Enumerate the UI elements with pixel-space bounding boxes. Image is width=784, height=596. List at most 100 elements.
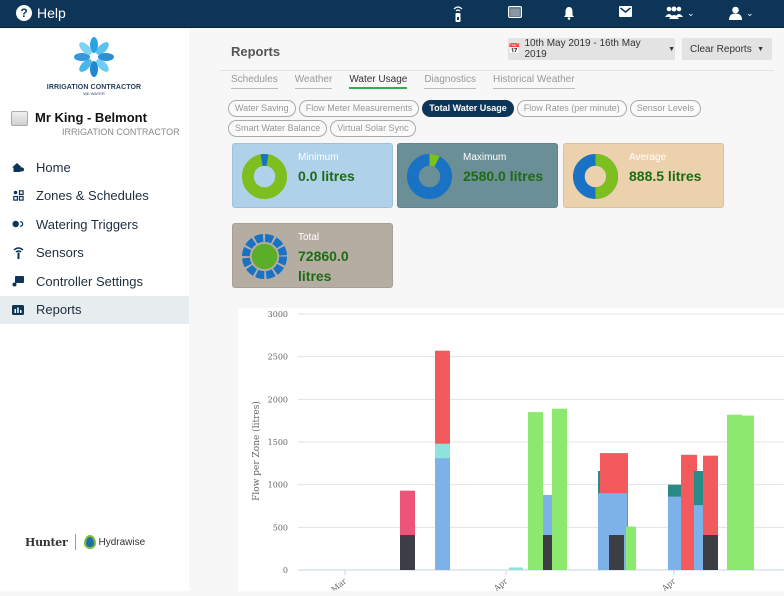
bar-dark[interactable] <box>703 535 718 570</box>
bar-dark[interactable] <box>609 535 624 570</box>
sidebar-item-label: Reports <box>36 302 82 318</box>
bar-green[interactable] <box>739 415 754 570</box>
bar-group <box>528 412 543 570</box>
bar-green[interactable] <box>626 526 636 570</box>
bar-group <box>400 490 415 570</box>
account-name: Mr King - Belmont <box>35 110 147 125</box>
card-label: Total <box>298 232 320 243</box>
help-label: Help <box>37 5 66 21</box>
card-value: 0.0 litres <box>298 168 355 184</box>
question-icon: ? <box>16 5 32 21</box>
donut-chart-icon <box>241 153 288 200</box>
divider <box>220 70 774 71</box>
partner-logos: Hunter Hydrawise <box>25 534 145 550</box>
tab-historical-weather[interactable]: Historical Weather <box>493 74 575 89</box>
controller-icon <box>12 275 24 287</box>
pill-virtual-solar-sync[interactable]: Virtual Solar Sync <box>330 120 416 137</box>
pill-water-saving[interactable]: Water Saving <box>228 100 296 117</box>
sidebar-item-home[interactable]: Home <box>0 153 189 182</box>
bar-cyan[interactable] <box>509 567 523 570</box>
bar-green[interactable] <box>552 408 567 570</box>
y-tick-label: 0 <box>283 566 288 575</box>
card-value-line1: 72860.0 <box>298 248 349 264</box>
bar-green[interactable] <box>528 412 543 570</box>
user-menu[interactable]: ⌄ <box>729 6 754 20</box>
clear-reports-label: Clear Reports <box>690 43 752 55</box>
report-tabs: Schedules Weather Water Usage Diagnostic… <box>231 74 592 89</box>
window-icon[interactable] <box>508 6 522 18</box>
triggers-icon <box>12 218 24 230</box>
sidebar-item-watering-triggers[interactable]: Watering Triggers <box>0 210 189 239</box>
x-tick-label: Apr <box>659 577 677 591</box>
bar-group <box>600 453 628 570</box>
sidebar-item-label: Watering Triggers <box>36 216 139 232</box>
sidebar-item-controller-settings[interactable]: Controller Settings <box>0 267 189 296</box>
donut-chart-icon <box>406 153 453 200</box>
hydrawise-logo: Hydrawise <box>84 535 145 549</box>
sidebar-item-zones-schedules[interactable]: Zones & Schedules <box>0 182 189 211</box>
sidebar-item-sensors[interactable]: Sensors <box>0 239 189 268</box>
sidebar-nav: Home Zones & Schedules Watering Triggers… <box>0 153 189 324</box>
tab-weather[interactable]: Weather <box>294 74 333 89</box>
sidebar: IRRIGATION CONTRACTOR WE WATER Mr King -… <box>0 29 189 591</box>
sensor-icon <box>12 247 24 259</box>
sidebar-item-reports[interactable]: Reports <box>0 295 189 324</box>
date-range-button[interactable]: 📅 10th May 2019 - 16th May 2019 ▼ <box>508 38 675 60</box>
tab-schedules[interactable]: Schedules <box>231 74 278 89</box>
bar-dark[interactable] <box>543 535 552 570</box>
page-title: Reports <box>231 44 281 59</box>
card-label: Minimum <box>298 152 339 163</box>
bar-group <box>435 350 450 570</box>
y-tick-label: 500 <box>273 523 288 532</box>
pill-sensor-levels[interactable]: Sensor Levels <box>629 100 701 117</box>
controller-device-icon <box>11 111 28 126</box>
card-value: 888.5 litres <box>629 168 702 184</box>
bar-dark[interactable] <box>400 535 415 570</box>
company-logo: IRRIGATION CONTRACTOR WE WATER <box>45 35 143 96</box>
help-link[interactable]: ? Help <box>16 5 66 21</box>
sidebar-item-label: Controller Settings <box>36 273 143 289</box>
tab-water-usage[interactable]: Water Usage <box>349 74 408 89</box>
clear-reports-button[interactable]: Clear Reports ▼ <box>682 38 772 60</box>
bell-icon[interactable] <box>563 6 575 20</box>
x-tick-label: Apr <box>491 577 509 591</box>
users-menu[interactable]: ⌄ <box>665 6 695 20</box>
controller-remote-icon[interactable] <box>453 6 463 22</box>
y-tick-label: 2500 <box>268 353 288 362</box>
users-icon <box>665 6 683 19</box>
card-value: 72860.0 litres <box>298 246 349 286</box>
water-drop-icon <box>84 535 97 549</box>
chevron-down-icon: ⌄ <box>687 7 695 18</box>
summary-card-average: Average 888.5 litres <box>563 143 724 208</box>
bar-blue[interactable] <box>435 458 450 570</box>
pill-smart-water-balance[interactable]: Smart Water Balance <box>228 120 328 137</box>
pill-total-water-usage[interactable]: Total Water Usage <box>422 100 514 117</box>
chart-icon <box>12 304 24 316</box>
bar-group <box>739 415 754 570</box>
bar-group <box>509 567 523 570</box>
pill-flow-meter-measurements[interactable]: Flow Meter Measurements <box>298 100 420 117</box>
sidebar-item-label: Sensors <box>36 245 84 261</box>
user-icon <box>729 6 742 20</box>
calendar-icon: 📅 <box>508 43 521 55</box>
summary-card-total: Total 72860.0 litres <box>232 223 393 288</box>
donut-chart-icon <box>572 153 619 200</box>
card-label: Average <box>629 152 667 163</box>
y-tick-label: 2000 <box>268 395 288 404</box>
date-range-label: 10th May 2019 - 16th May 2019 <box>524 38 641 60</box>
water-splash-icon <box>74 37 114 77</box>
y-tick-label: 1000 <box>268 481 288 490</box>
main-content: Reports 📅 10th May 2019 - 16th May 2019 … <box>190 29 784 594</box>
bar-group <box>703 455 718 570</box>
summary-card-minimum: Minimum 0.0 litres <box>232 143 393 208</box>
water-usage-chart: 0 500 1000 1500 2000 2500 3000 Mar Apr Apr Flow p… <box>251 310 784 594</box>
card-value: 2580.0 litres <box>463 168 544 184</box>
tab-diagnostics[interactable]: Diagnostics <box>424 74 477 89</box>
mail-icon[interactable] <box>619 6 632 17</box>
pill-flow-rates[interactable]: Flow Rates (per minute) <box>516 100 627 117</box>
bar-group <box>552 408 567 570</box>
bar-group <box>543 494 552 570</box>
sidebar-item-label: Zones & Schedules <box>36 188 149 204</box>
y-tick-label: 1500 <box>268 438 288 447</box>
home-icon <box>12 161 24 173</box>
